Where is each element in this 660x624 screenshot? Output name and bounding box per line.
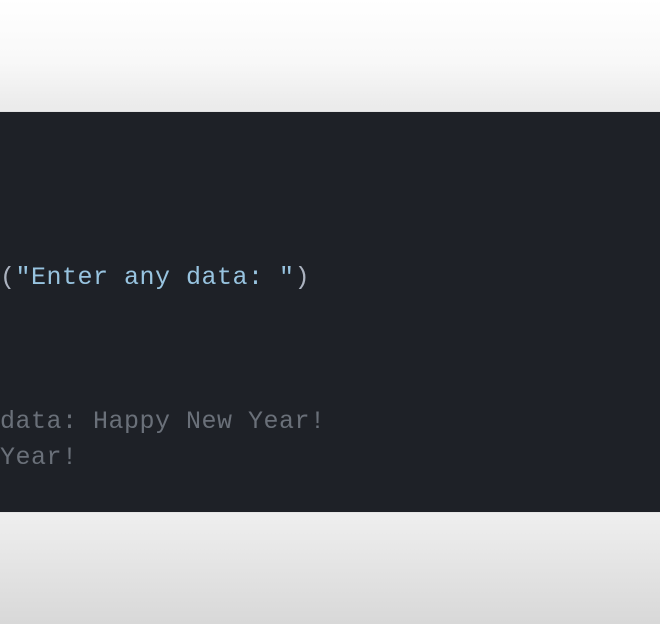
output-line-1: data: Happy New Year! (0, 407, 326, 436)
close-paren: ) (295, 263, 311, 292)
output-area: data: Happy New Year! Year! (0, 404, 326, 476)
string-literal: "Enter any data: " (16, 263, 295, 292)
open-paren: ( (0, 263, 16, 292)
code-line: ("Enter any data: ") (0, 260, 310, 296)
output-line-2: Year! (0, 443, 78, 472)
code-editor-area: ("Enter any data: ") data: Happy New Yea… (0, 112, 660, 512)
